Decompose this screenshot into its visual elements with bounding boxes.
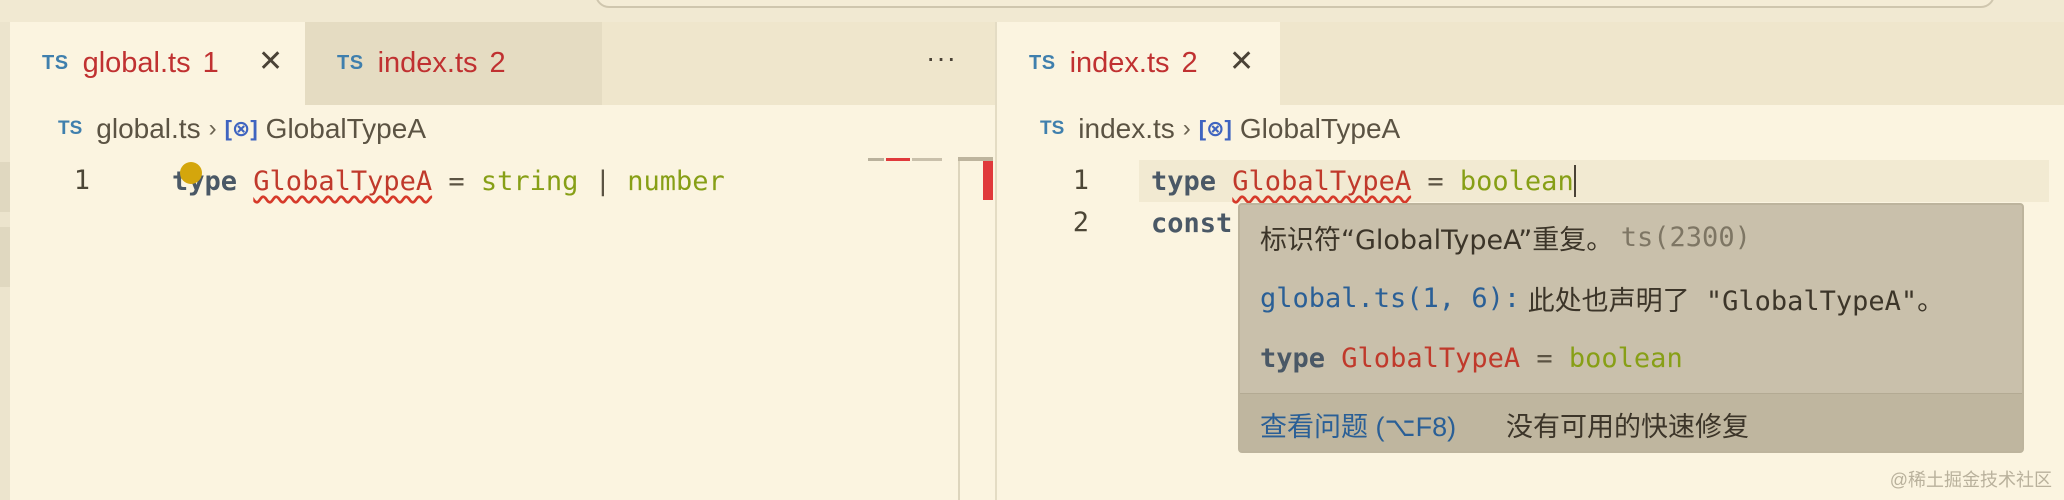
tab-bar: TS global.ts 1 ✕ TS index.ts 2 ··· — [10, 22, 995, 105]
tab-index-ts[interactable]: TS index.ts 2 ✕ — [997, 22, 1280, 105]
chevron-right-icon: › — [208, 115, 217, 142]
problem-count: 2 — [1181, 47, 1198, 79]
diagnostic-code[interactable]: ts(2300) — [1621, 222, 1751, 253]
title-strip — [0, 0, 2064, 22]
diagnostic-message: 标识符“GlobalTypeA”重复。 ts(2300) — [1260, 221, 1751, 256]
tab-bar: TS index.ts 2 ✕ — [997, 22, 2064, 105]
more-actions-icon[interactable]: ··· — [926, 42, 957, 74]
typescript-icon: TS — [58, 118, 83, 139]
error-squiggle: GlobalTypeA — [253, 165, 433, 197]
minimap[interactable] — [868, 158, 948, 162]
code-line[interactable]: const — [1151, 202, 1232, 244]
problem-count: 2 — [489, 47, 506, 79]
hover-status-bar: 查看问题 (⌥F8) 没有可用的快速修复 — [1240, 393, 2022, 451]
breadcrumb: TS index.ts › [⊗] GlobalTypeA — [1040, 108, 1400, 150]
tab-label: global.ts — [82, 47, 191, 79]
no-quick-fix-label: 没有可用的快速修复 — [1506, 412, 1749, 442]
error-squiggle: GlobalTypeA — [1232, 165, 1412, 197]
line-number: 2 — [1072, 207, 1089, 238]
symbol-type-icon: [⊗] — [224, 116, 258, 141]
command-center[interactable] — [595, 0, 1995, 8]
scrollbar[interactable] — [958, 157, 960, 500]
tab-label: index.ts — [1069, 47, 1170, 79]
breadcrumb: TS global.ts › [⊗] GlobalTypeA — [58, 108, 426, 150]
tab-index-ts[interactable]: TS index.ts 2 — [305, 22, 602, 105]
type-preview: type GlobalTypeA = boolean — [1260, 342, 1683, 374]
editor-group-left: TS global.ts 1 ✕ TS index.ts 2 ··· TS gl… — [10, 22, 995, 500]
problem-count: 1 — [202, 47, 219, 79]
close-icon[interactable]: ✕ — [258, 44, 283, 79]
typescript-icon: TS — [42, 52, 69, 74]
close-icon[interactable]: ✕ — [1229, 44, 1254, 79]
breadcrumb-symbol[interactable]: GlobalTypeA — [1240, 113, 1400, 145]
text-cursor — [1573, 165, 1576, 197]
typescript-icon: TS — [337, 52, 364, 74]
line-number: 1 — [1072, 165, 1089, 196]
breadcrumb-symbol[interactable]: GlobalTypeA — [266, 113, 426, 145]
overview-ruler-error — [983, 160, 993, 200]
chevron-right-icon: › — [1182, 115, 1191, 142]
diagnostic-hover: 标识符“GlobalTypeA”重复。 ts(2300) global.ts(1… — [1238, 203, 2024, 453]
code-line[interactable]: type GlobalTypeA = string | number — [172, 160, 725, 202]
breadcrumb-file[interactable]: global.ts — [96, 113, 200, 145]
tab-label: index.ts — [377, 47, 478, 79]
typescript-icon: TS — [1040, 118, 1065, 139]
typescript-icon: TS — [1029, 52, 1056, 74]
code-line[interactable]: type GlobalTypeA = boolean — [1151, 160, 1576, 202]
lightbulb-icon[interactable] — [180, 162, 202, 184]
related-location-link[interactable]: global.ts(1, 6): — [1260, 283, 1520, 314]
watermark: @稀土掘金技术社区 — [1889, 470, 2052, 490]
breadcrumb-file[interactable]: index.ts — [1078, 113, 1175, 145]
activity-edge — [0, 22, 10, 500]
related-information: global.ts(1, 6): 此处也声明了 "GlobalTypeA"。 — [1260, 282, 1945, 317]
tab-global-ts[interactable]: TS global.ts 1 ✕ — [10, 22, 305, 105]
symbol-type-icon: [⊗] — [1198, 116, 1232, 141]
view-problem-link[interactable]: 查看问题 (⌥F8) — [1260, 405, 1456, 444]
line-number: 1 — [73, 165, 90, 196]
